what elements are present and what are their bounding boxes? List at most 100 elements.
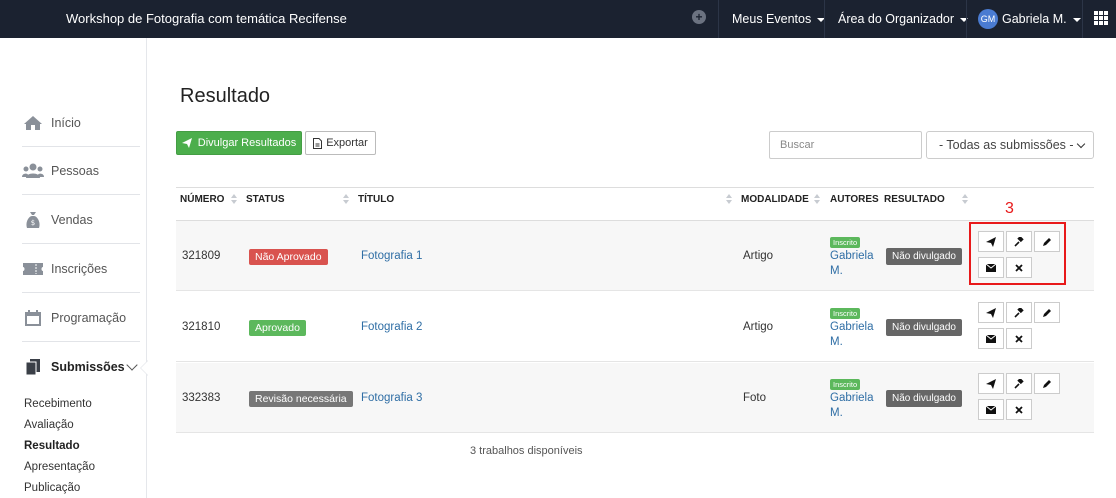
top-navbar: Workshop de Fotografia com temática Reci… bbox=[0, 0, 1116, 38]
sidebar-item-pessoas[interactable]: Pessoas bbox=[22, 147, 140, 195]
sidebar-item-programacao[interactable]: Programação bbox=[22, 294, 140, 342]
sidebar-item-label: Inscrições bbox=[51, 261, 108, 276]
judge-button[interactable] bbox=[1006, 373, 1032, 394]
divulgar-label: Divulgar Resultados bbox=[197, 137, 297, 149]
author-link[interactable]: M. bbox=[830, 335, 843, 350]
submissions-filter-select[interactable]: - Todas as submissões - bbox=[926, 131, 1094, 159]
cell-numero: 321809 bbox=[182, 250, 221, 262]
sub-item-resultado[interactable]: Resultado bbox=[24, 440, 80, 452]
title-link[interactable]: Fotografia 3 bbox=[361, 392, 422, 404]
cell-numero: 321810 bbox=[182, 321, 221, 333]
table-row: 321810 Aprovado Fotografia 2 Artigo Insc… bbox=[176, 292, 1094, 362]
cell-modalidade: Artigo bbox=[743, 250, 774, 262]
email-button[interactable] bbox=[978, 328, 1004, 349]
divulgar-resultados-button[interactable]: Divulgar Resultados bbox=[176, 131, 302, 155]
envelope-icon bbox=[986, 405, 996, 414]
chevron-down-icon bbox=[1076, 139, 1086, 149]
sidebar-item-label: Pessoas bbox=[51, 163, 99, 178]
header-status[interactable]: STATUS bbox=[246, 194, 285, 205]
status-badge: Não Aprovado bbox=[249, 249, 328, 265]
search-input[interactable] bbox=[769, 131, 922, 159]
author-link[interactable]: Gabriela bbox=[830, 320, 873, 335]
sub-item-apresentacao[interactable]: Apresentação bbox=[24, 461, 95, 473]
inscrito-badge: Inscrito bbox=[830, 308, 861, 319]
header-numero[interactable]: NÚMERO bbox=[180, 194, 224, 205]
resultado-badge: Não divulgado bbox=[886, 319, 962, 336]
header-resultado[interactable]: RESULTADO bbox=[884, 194, 945, 205]
users-icon bbox=[22, 162, 44, 180]
sidebar-item-submissoes[interactable]: Submissões bbox=[22, 343, 140, 391]
event-title[interactable]: Workshop de Fotografia com temática Reci… bbox=[66, 11, 347, 26]
divider bbox=[966, 0, 967, 38]
table-header: NÚMERO STATUS TÍTULO MODALIDADE AUTORES … bbox=[176, 187, 1094, 221]
sort-icon[interactable] bbox=[726, 194, 732, 204]
annotation-highlight-box bbox=[969, 222, 1066, 285]
sub-item-publicacao[interactable]: Publicação bbox=[24, 482, 80, 494]
pencil-icon bbox=[1043, 308, 1051, 317]
add-icon[interactable]: + bbox=[692, 10, 706, 24]
author-link[interactable]: M. bbox=[830, 406, 843, 421]
calendar-icon bbox=[22, 309, 44, 327]
sort-icon[interactable] bbox=[962, 194, 968, 204]
gavel-icon bbox=[1014, 307, 1024, 318]
svg-text:$: $ bbox=[31, 219, 35, 227]
inscrito-badge: Inscrito bbox=[830, 379, 861, 390]
delete-button[interactable] bbox=[1006, 399, 1032, 420]
delete-button[interactable] bbox=[1006, 328, 1032, 349]
inscrito-badge: Inscrito bbox=[830, 237, 861, 248]
header-modalidade[interactable]: MODALIDADE bbox=[741, 194, 809, 205]
exportar-label: Exportar bbox=[326, 137, 368, 149]
sidebar-item-inicio[interactable]: Início bbox=[22, 99, 140, 147]
edit-button[interactable] bbox=[1034, 302, 1060, 323]
edit-button[interactable] bbox=[1034, 373, 1060, 394]
table-row: 321809 Não Aprovado Fotografia 1 Artigo … bbox=[176, 221, 1094, 291]
email-button[interactable] bbox=[978, 399, 1004, 420]
cell-modalidade: Artigo bbox=[743, 321, 774, 333]
file-export-icon bbox=[313, 137, 323, 149]
pencil-icon bbox=[1043, 379, 1051, 388]
avatar[interactable]: GM bbox=[978, 9, 998, 29]
divider bbox=[1082, 0, 1083, 38]
user-name: Gabriela M. bbox=[1002, 12, 1067, 26]
divider bbox=[824, 0, 825, 38]
title-link[interactable]: Fotografia 1 bbox=[361, 250, 422, 262]
judge-button[interactable] bbox=[1006, 302, 1032, 323]
area-organizador-menu[interactable]: Área do Organizador bbox=[838, 12, 969, 26]
caret-down-icon bbox=[1072, 17, 1081, 22]
send-result-button[interactable] bbox=[978, 373, 1004, 394]
title-link[interactable]: Fotografia 2 bbox=[361, 321, 422, 333]
sort-icon[interactable] bbox=[343, 194, 349, 204]
header-titulo[interactable]: TÍTULO bbox=[358, 194, 394, 205]
send-icon bbox=[986, 378, 996, 389]
annotation-number: 3 bbox=[1005, 200, 1014, 217]
author-link[interactable]: M. bbox=[830, 264, 843, 279]
active-pointer bbox=[141, 361, 148, 375]
author-link[interactable]: Gabriela bbox=[830, 249, 873, 264]
close-icon bbox=[1015, 405, 1023, 414]
sort-icon[interactable] bbox=[231, 194, 237, 204]
meus-eventos-label: Meus Eventos bbox=[732, 12, 812, 26]
sidebar-item-inscricoes[interactable]: Inscrições bbox=[22, 245, 140, 293]
resultado-badge: Não divulgado bbox=[886, 390, 962, 407]
sidebar-item-label: Submissões bbox=[51, 360, 125, 374]
send-result-button[interactable] bbox=[978, 302, 1004, 323]
exportar-button[interactable]: Exportar bbox=[305, 131, 376, 155]
status-badge: Revisão necessária bbox=[249, 391, 353, 407]
sort-icon[interactable] bbox=[814, 194, 820, 204]
documents-icon bbox=[22, 358, 44, 376]
meus-eventos-menu[interactable]: Meus Eventos bbox=[732, 12, 826, 26]
sidebar-item-label: Programação bbox=[51, 310, 127, 325]
sub-item-recebimento[interactable]: Recebimento bbox=[24, 398, 92, 410]
filter-value: - Todas as submissões - bbox=[939, 138, 1074, 152]
envelope-icon bbox=[986, 334, 996, 343]
cell-numero: 332383 bbox=[182, 392, 221, 404]
area-organizador-label: Área do Organizador bbox=[838, 12, 955, 26]
user-menu[interactable]: Gabriela M. bbox=[1002, 12, 1081, 26]
author-link[interactable]: Gabriela bbox=[830, 391, 873, 406]
sidebar-item-vendas[interactable]: $ Vendas bbox=[22, 196, 140, 244]
apps-grid-icon[interactable] bbox=[1094, 11, 1108, 25]
sidebar-item-label: Vendas bbox=[51, 212, 93, 227]
sub-item-avaliacao[interactable]: Avaliação bbox=[24, 419, 74, 431]
table-row: 332383 Revisão necessária Fotografia 3 F… bbox=[176, 363, 1094, 433]
table-footer-count: 3 trabalhos disponíveis bbox=[470, 445, 583, 457]
